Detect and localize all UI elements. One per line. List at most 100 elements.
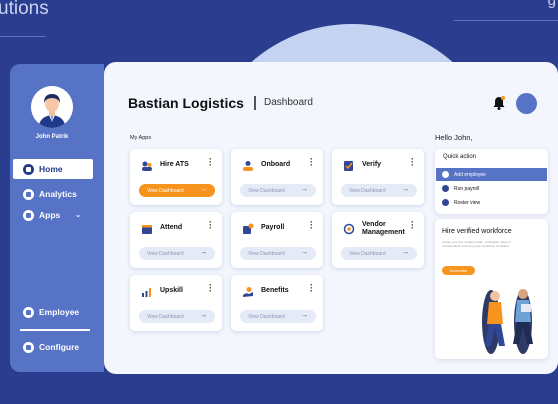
view-dashboard-button[interactable]: View Dashboard → [240,247,316,260]
employee-icon [23,306,34,318]
onboard-icon [243,161,253,171]
more-options-icon[interactable]: · · · [209,155,212,170]
sidebar-item-employee[interactable]: Employee [13,302,93,322]
sidebar: John Patrik Home Analytics Apps ⌄ Employ… [10,64,104,372]
add-user-icon [442,171,449,178]
view-dashboard-button[interactable]: View Dashboard → [240,184,316,197]
promo-text: Create your first verified profile. Veri… [442,240,511,248]
more-options-icon[interactable]: · · · [310,155,313,170]
button-label: View Dashboard [349,187,386,194]
quick-action-run-payroll[interactable]: Run payroll [436,182,547,195]
sidebar-item-home[interactable]: Home [13,159,93,179]
sidebar-item-analytics[interactable]: Analytics [13,184,93,204]
button-label: View Dashboard [147,187,184,194]
button-label: View Dashboard [248,250,285,257]
quick-action-roster-view[interactable]: Roster view [436,196,547,209]
page-title: Bastian Logistics [128,95,244,111]
quick-action-title: Quick action [443,154,477,160]
sidebar-item-apps[interactable]: Apps ⌄ [13,205,93,225]
background-divider [0,36,46,37]
sidebar-item-label: Analytics [39,189,77,199]
view-dashboard-button[interactable]: View Dashboard → [341,184,417,197]
profile-button[interactable] [516,93,537,114]
my-apps-label: My Apps [130,135,152,141]
app-card-hire-ats[interactable]: Hire ATS · · · View Dashboard → [130,149,222,205]
list-icon [442,199,449,206]
sidebar-item-label: Home [39,164,63,174]
view-dashboard-button[interactable]: View Dashboard → [139,184,215,197]
home-icon [23,163,34,175]
app-card-upskill[interactable]: Upskill · · · View Dashboard → [130,275,222,331]
app-card-benefits[interactable]: Benefits · · · View Dashboard → [231,275,323,331]
more-options-icon[interactable]: · · · [310,218,313,233]
apps-grid-icon [23,209,34,221]
sidebar-item-label: Employee [39,307,80,317]
app-card-payroll[interactable]: Payroll · · · View Dashboard → [231,212,323,268]
arrow-right-icon: → [301,249,308,256]
bell-icon[interactable] [493,96,505,110]
background-divider-right [454,20,558,21]
app-card-title: Vendor Management [362,221,405,236]
analytics-icon [23,188,34,200]
user-name: John Patrik [35,134,69,140]
sidebar-item-label: Configure [39,342,80,352]
arrow-right-icon: → [200,186,207,193]
workforce-illustration [482,289,533,354]
view-dashboard-button[interactable]: View Dashboard → [341,247,417,260]
vendor-icon [343,223,355,235]
button-label: View Dashboard [248,313,285,320]
more-options-icon[interactable]: · · · [209,281,212,296]
button-label: View Dashboard [147,313,184,320]
upskill-icon [142,288,151,297]
app-card-title: Hire ATS [160,161,189,168]
user-avatar-icon [31,86,73,128]
page-subtitle: Dashboard [264,97,313,108]
quick-action-label: Run payroll [454,185,480,192]
dollar-icon [442,185,449,192]
button-label: View Dashboard [248,187,285,194]
benefits-icon [243,287,253,297]
background-right-text: g [547,0,556,9]
sidebar-divider [20,329,90,331]
quick-action-add-employee[interactable]: Add employee [436,168,547,181]
sidebar-item-label: Apps [39,210,61,220]
arrow-right-icon: → [301,312,308,319]
app-card-attend[interactable]: Attend · · · View Dashboard → [130,212,222,268]
title-divider [254,96,256,110]
app-card-title: Verify [362,161,382,168]
app-card-title: Benefits [261,287,289,294]
view-dashboard-button[interactable]: View Dashboard → [139,310,215,323]
gear-icon [23,341,34,353]
arrow-right-icon: → [402,249,409,256]
app-card-onboard[interactable]: Onboard · · · View Dashboard → [231,149,323,205]
more-options-icon[interactable]: · · · [411,218,414,233]
view-dashboard-button[interactable]: View Dashboard → [240,310,316,323]
arrow-right-icon: → [200,249,207,256]
payroll-icon [243,223,254,234]
arrow-right-icon: → [301,186,308,193]
chevron-down-icon: ⌄ [75,212,82,219]
quick-action-label: Add employee [454,171,486,178]
greeting: Hello John, [435,133,473,142]
avatar[interactable] [31,86,73,128]
app-card-title: Upskill [160,287,183,294]
app-card-vendor-management[interactable]: Vendor Management · · · View Dashboard → [332,212,424,268]
promo-card: Hire verified workforce Create your firs… [435,219,548,359]
more-options-icon[interactable]: · · · [310,281,313,296]
app-card-title: Payroll [261,224,285,231]
quick-action-panel: Quick action Add employee Run payroll Ro… [435,149,548,214]
arrow-right-icon: → [402,186,409,193]
app-card-title: Onboard [261,161,291,168]
app-card-verify[interactable]: Verify · · · View Dashboard → [332,149,424,205]
hire-icon [142,161,152,171]
app-card-title: Attend [160,224,183,231]
more-options-icon[interactable]: · · · [209,218,212,233]
main-panel: Bastian Logistics Dashboard My Apps Hire… [104,62,558,374]
more-options-icon[interactable]: · · · [411,155,414,170]
promo-title: Hire verified workforce [442,228,512,235]
view-dashboard-button[interactable]: View Dashboard → [139,247,215,260]
background-title: utions [0,0,49,19]
quick-action-label: Roster view [454,199,481,206]
verify-icon [344,161,353,171]
sidebar-item-configure[interactable]: Configure [13,337,93,357]
